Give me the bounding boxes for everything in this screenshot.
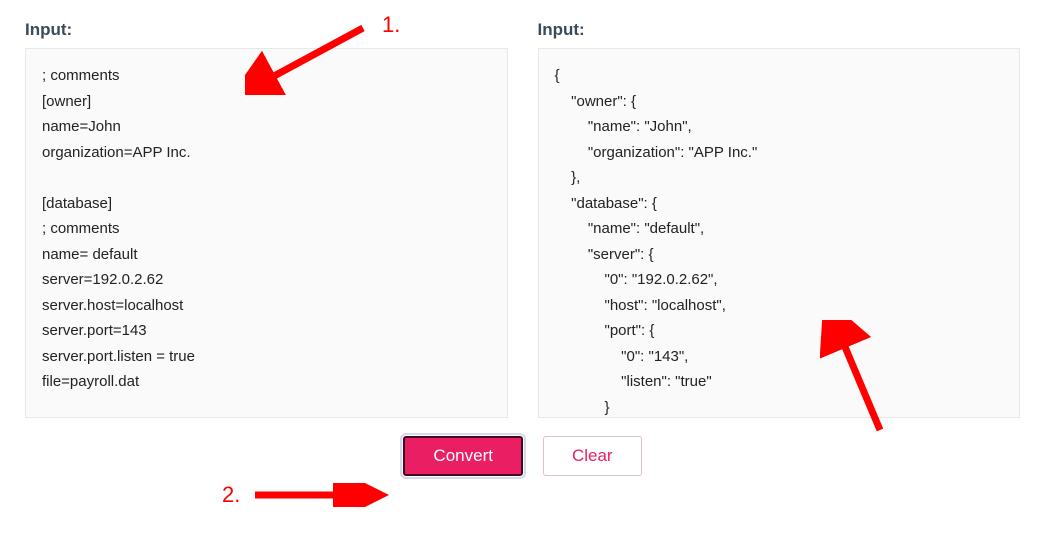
annotation-arrow-2	[250, 483, 390, 507]
left-panel: Input: ; comments [owner] name=John orga…	[25, 20, 508, 418]
right-output-textarea[interactable]: { "owner": { "name": "John", "organizati…	[538, 48, 1021, 418]
left-input-label: Input:	[25, 20, 508, 40]
right-input-label: Input:	[538, 20, 1021, 40]
left-input-textarea[interactable]: ; comments [owner] name=John organizatio…	[25, 48, 508, 418]
clear-button[interactable]: Clear	[543, 436, 642, 476]
right-panel: Input: { "owner": { "name": "John", "org…	[538, 20, 1021, 418]
annotation-label-2: 2.	[222, 482, 240, 508]
convert-button[interactable]: Convert	[403, 436, 523, 476]
button-row: Convert Clear	[0, 436, 1045, 476]
